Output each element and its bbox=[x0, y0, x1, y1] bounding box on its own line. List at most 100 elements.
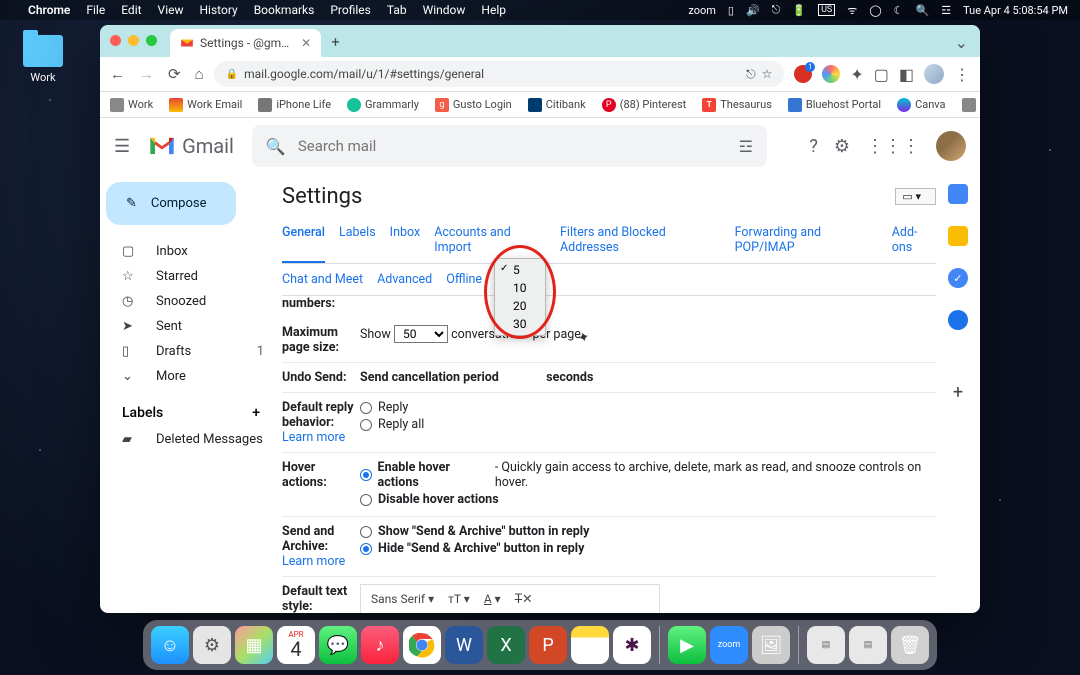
sidebar-item-starred[interactable]: ☆Starred bbox=[100, 264, 274, 289]
menubar-app-name[interactable]: Chrome bbox=[28, 3, 70, 17]
label-deleted-messages[interactable]: ▰Deleted Messages bbox=[100, 427, 274, 452]
learn-more-reply[interactable]: Learn more bbox=[282, 430, 345, 445]
menubar-file[interactable]: File bbox=[86, 3, 105, 17]
search-icon[interactable]: 🔍 bbox=[266, 137, 286, 156]
search-options-icon[interactable]: ☲ bbox=[739, 137, 753, 156]
bookmark-grammarly[interactable]: Grammarly bbox=[347, 98, 419, 112]
keep-addon-icon[interactable] bbox=[948, 226, 968, 246]
compose-button[interactable]: ✎ Compose bbox=[106, 182, 236, 225]
menubar-profiles[interactable]: Profiles bbox=[330, 3, 371, 17]
tab-forwarding[interactable]: Forwarding and POP/IMAP bbox=[735, 217, 878, 263]
tasks-addon-icon[interactable] bbox=[948, 268, 968, 288]
tab-addons[interactable]: Add-ons bbox=[892, 217, 936, 263]
menubar-spotlight-icon[interactable]: 🔍 bbox=[916, 4, 930, 17]
dock-document-2-icon[interactable]: ▤ bbox=[849, 626, 887, 664]
dock-facetime-icon[interactable]: ▶ bbox=[668, 626, 706, 664]
dock-slack-icon[interactable]: ✱ bbox=[613, 626, 651, 664]
extension-icon-1[interactable] bbox=[794, 65, 812, 83]
dropdown-option-5[interactable]: 5 bbox=[495, 261, 545, 279]
back-button[interactable]: ← bbox=[110, 65, 125, 83]
dock-calendar-icon[interactable]: APR4 bbox=[277, 626, 315, 664]
sidebar-item-sent[interactable]: ➤Sent bbox=[100, 314, 274, 339]
apps-grid-icon[interactable]: ⋮⋮⋮ bbox=[866, 136, 920, 157]
desktop-folder-work[interactable]: Work bbox=[18, 35, 68, 84]
radio-hide-send-archive[interactable]: Hide "Send & Archive" button in reply bbox=[360, 541, 936, 556]
settings-gear-icon[interactable]: ⚙ bbox=[834, 136, 850, 157]
menubar-dnd-icon[interactable]: ☾ bbox=[894, 4, 904, 17]
window-maximize-button[interactable] bbox=[146, 35, 157, 46]
tab-filters[interactable]: Filters and Blocked Addresses bbox=[560, 217, 721, 263]
radio-reply-all[interactable]: Reply all bbox=[360, 417, 936, 432]
dock-powerpoint-icon[interactable]: P bbox=[529, 626, 567, 664]
search-input[interactable] bbox=[298, 137, 727, 155]
menubar-edit[interactable]: Edit bbox=[121, 3, 141, 17]
search-bar[interactable]: 🔍 ☲ bbox=[252, 125, 767, 167]
menubar-zoom[interactable]: zoom bbox=[688, 4, 716, 17]
remove-formatting-button[interactable]: T✕ bbox=[515, 591, 533, 607]
menubar-tab[interactable]: Tab bbox=[387, 3, 407, 17]
dock-messages-icon[interactable]: 💬 bbox=[319, 626, 357, 664]
add-label-button[interactable]: + bbox=[252, 405, 260, 421]
bookmark-work-email[interactable]: Work Email bbox=[169, 98, 242, 112]
tab-advanced[interactable]: Advanced bbox=[377, 272, 432, 287]
extension-icon-2[interactable] bbox=[822, 65, 840, 83]
learn-more-archive[interactable]: Learn more bbox=[282, 554, 345, 569]
tab-accounts[interactable]: Accounts and Import bbox=[434, 217, 546, 263]
dropdown-option-20[interactable]: 20 bbox=[495, 297, 545, 315]
menubar-input-lang[interactable]: US bbox=[818, 4, 835, 16]
menubar-wifi-icon[interactable]: ᯤ bbox=[847, 3, 857, 18]
display-language-select[interactable]: ▭ ▾ bbox=[895, 188, 936, 205]
gmail-logo[interactable]: Gmail bbox=[148, 134, 234, 158]
dock-system-settings-icon[interactable]: ⚙ bbox=[193, 626, 231, 664]
forward-button[interactable]: → bbox=[139, 65, 154, 83]
extensions-puzzle-icon[interactable]: ✦ bbox=[850, 65, 863, 84]
radio-reply[interactable]: Reply bbox=[360, 400, 936, 415]
bookmark-work[interactable]: Work bbox=[110, 98, 153, 112]
contacts-addon-icon[interactable] bbox=[948, 310, 968, 330]
dock-word-icon[interactable]: W bbox=[445, 626, 483, 664]
menubar-bookmarks[interactable]: Bookmarks bbox=[254, 3, 315, 17]
bookmark-star-icon[interactable]: ☆ bbox=[762, 67, 773, 81]
sidebar-item-inbox[interactable]: ▢Inbox bbox=[100, 239, 274, 264]
tab-chat-meet[interactable]: Chat and Meet bbox=[282, 272, 363, 287]
account-avatar[interactable] bbox=[936, 131, 966, 161]
menubar-toolbox-icon[interactable]: ▯ bbox=[728, 4, 734, 17]
menubar-control-center-icon[interactable]: ☲ bbox=[941, 4, 951, 17]
dock-music-icon[interactable]: ♪ bbox=[361, 626, 399, 664]
bookmark-thesaurus[interactable]: TThesaurus bbox=[702, 98, 772, 112]
bookmark-iphone-life[interactable]: iPhone Life bbox=[258, 98, 331, 112]
bookmark-gusto[interactable]: gGusto Login bbox=[435, 98, 512, 112]
window-minimize-button[interactable] bbox=[128, 35, 139, 46]
dock-notes-icon[interactable] bbox=[571, 626, 609, 664]
tab-dropdown-button[interactable]: ⌄ bbox=[955, 33, 968, 52]
menubar-help[interactable]: Help bbox=[481, 3, 506, 17]
dock-document-1-icon[interactable]: ▤ bbox=[807, 626, 845, 664]
menubar-history[interactable]: History bbox=[200, 3, 238, 17]
dock-zoom-icon[interactable]: zoom bbox=[710, 626, 748, 664]
text-color-dropdown[interactable]: A ▾ bbox=[484, 592, 501, 606]
sidebar-item-more[interactable]: ⌄More bbox=[100, 364, 274, 389]
menubar-battery-icon[interactable]: 🔋 bbox=[792, 4, 806, 17]
menubar-window[interactable]: Window bbox=[423, 3, 466, 17]
bookmark-bluehost[interactable]: Bluehost Portal bbox=[788, 98, 881, 112]
sidebar-item-drafts[interactable]: ▯Drafts1 bbox=[100, 339, 274, 364]
dropdown-option-10[interactable]: 10 bbox=[495, 279, 545, 297]
new-tab-button[interactable]: + bbox=[331, 33, 340, 51]
bookmark-hidden-gems[interactable]: Hidden Gems bbox=[962, 98, 980, 112]
bookmark-pinterest[interactable]: P(88) Pinterest bbox=[602, 98, 687, 112]
tab-inbox[interactable]: Inbox bbox=[390, 217, 421, 263]
support-icon[interactable]: ? bbox=[809, 136, 818, 157]
sidebar-item-snoozed[interactable]: ◷Snoozed bbox=[100, 289, 274, 314]
pagesize-select[interactable]: 50 bbox=[394, 325, 448, 343]
dock-chrome-icon[interactable] bbox=[403, 626, 441, 664]
dock-finder-icon[interactable]: ☺ bbox=[151, 626, 189, 664]
dock-launchpad-icon[interactable]: ▦ bbox=[235, 626, 273, 664]
browser-tab-active[interactable]: Settings - @gm… ✕ bbox=[170, 29, 321, 57]
window-close-button[interactable] bbox=[110, 35, 121, 46]
radio-disable-hover[interactable]: Disable hover actions bbox=[360, 492, 936, 507]
font-family-dropdown[interactable]: Sans Serif ▾ bbox=[371, 592, 434, 606]
home-button[interactable]: ⌂ bbox=[195, 65, 204, 83]
tab-offline[interactable]: Offline bbox=[446, 272, 482, 287]
settings-body[interactable]: numbers: Maximum page size: Show 50 conv… bbox=[282, 296, 936, 613]
bookmark-canva[interactable]: Canva bbox=[897, 98, 945, 112]
